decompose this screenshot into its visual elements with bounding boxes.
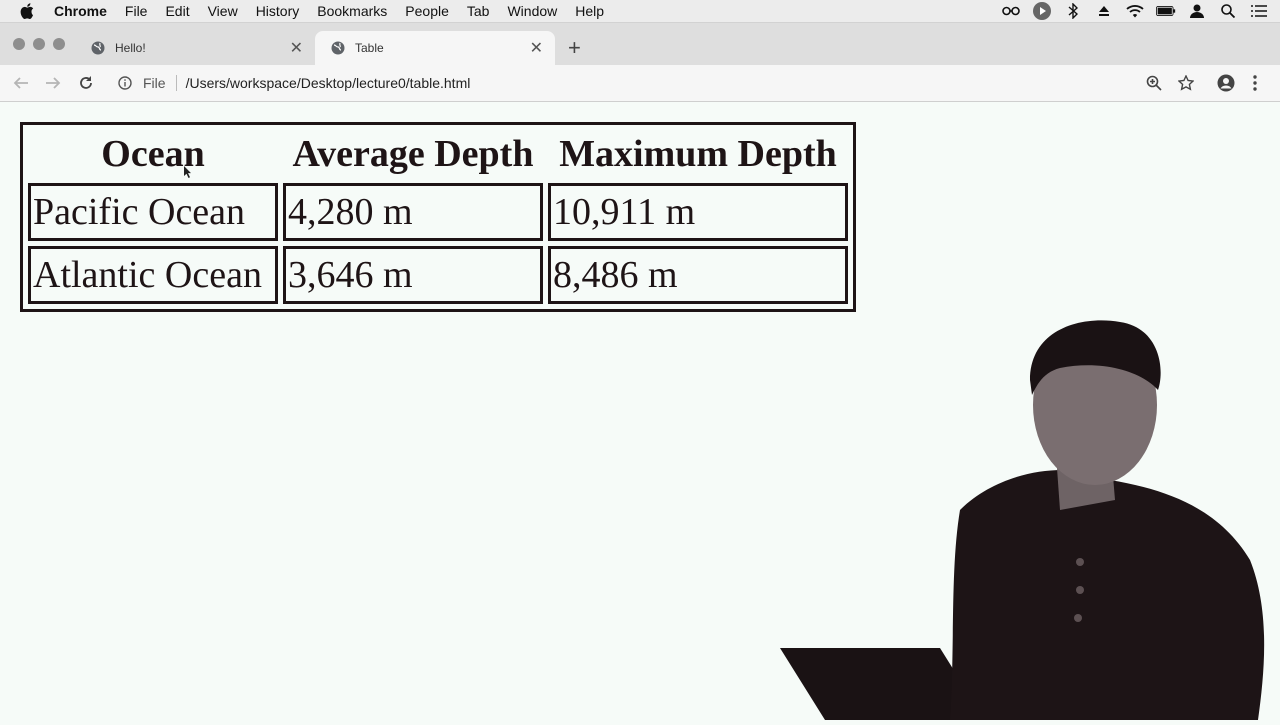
search-icon[interactable] <box>1218 3 1238 19</box>
list-icon[interactable] <box>1249 3 1269 19</box>
bluetooth-icon[interactable] <box>1063 3 1083 19</box>
table-row: Atlantic Ocean 3,646 m 8,486 m <box>28 246 848 304</box>
browser-toolbar: File /Users/workspace/Desktop/lecture0/t… <box>0 65 1280 102</box>
glasses-icon[interactable] <box>1001 3 1021 19</box>
presenter-video-overlay <box>780 310 1280 720</box>
table-cell: 4,280 m <box>283 183 543 241</box>
tab-title: Hello! <box>115 41 146 55</box>
zoom-window-button[interactable] <box>53 38 65 50</box>
battery-icon[interactable] <box>1156 3 1176 19</box>
menu-edit[interactable]: Edit <box>165 3 189 19</box>
mouse-cursor-icon <box>184 165 192 183</box>
table-cell: 10,911 m <box>548 183 848 241</box>
menu-file[interactable]: File <box>125 3 148 19</box>
menu-window[interactable]: Window <box>507 3 557 19</box>
menu-bookmarks[interactable]: Bookmarks <box>317 3 387 19</box>
url-text[interactable]: /Users/workspace/Desktop/lecture0/table.… <box>186 75 471 91</box>
table-cell: Pacific Ocean <box>28 183 278 241</box>
close-tab-icon[interactable]: ✕ <box>530 38 543 58</box>
ocean-table: Ocean Average Depth Maximum Depth Pacifi… <box>20 122 856 312</box>
play-icon[interactable] <box>1032 2 1052 20</box>
tab-table[interactable]: Table ✕ <box>315 31 555 65</box>
apple-icon[interactable] <box>20 3 38 19</box>
forward-button[interactable] <box>43 73 63 93</box>
profile-icon[interactable] <box>1216 73 1236 93</box>
globe-icon <box>331 41 345 55</box>
table-cell: 3,646 m <box>283 246 543 304</box>
table-header-row: Ocean Average Depth Maximum Depth <box>28 130 848 178</box>
bookmark-star-icon[interactable] <box>1176 73 1196 93</box>
close-window-button[interactable] <box>13 38 25 50</box>
table-cell: 8,486 m <box>548 246 848 304</box>
info-icon[interactable] <box>118 75 134 91</box>
tab-hello[interactable]: Hello! ✕ <box>75 31 315 65</box>
header-maximum-depth: Maximum Depth <box>559 133 837 175</box>
close-tab-icon[interactable]: ✕ <box>290 38 303 58</box>
globe-icon <box>91 41 105 55</box>
back-button[interactable] <box>11 73 31 93</box>
url-separator <box>175 75 177 91</box>
tab-strip: Hello! ✕ Table ✕ + <box>0 23 1280 65</box>
header-ocean: Ocean <box>101 133 205 175</box>
address-bar[interactable]: File /Users/workspace/Desktop/lecture0/t… <box>106 69 1256 97</box>
reload-button[interactable] <box>76 73 96 93</box>
minimize-window-button[interactable] <box>33 38 45 50</box>
header-average-depth: Average Depth <box>292 133 534 175</box>
wifi-icon[interactable] <box>1125 3 1145 19</box>
new-tab-button[interactable]: + <box>568 37 581 59</box>
status-area <box>1001 0 1280 22</box>
user-icon[interactable] <box>1187 3 1207 19</box>
more-menu-icon[interactable] <box>1245 73 1265 93</box>
table-cell: Atlantic Ocean <box>28 246 278 304</box>
eject-icon[interactable] <box>1094 3 1114 19</box>
url-scheme-label: File <box>143 75 166 91</box>
menu-people[interactable]: People <box>405 3 449 19</box>
menu-help[interactable]: Help <box>575 3 604 19</box>
menu-app-chrome[interactable]: Chrome <box>54 3 107 19</box>
menu-view[interactable]: View <box>208 3 238 19</box>
table-row: Pacific Ocean 4,280 m 10,911 m <box>28 183 848 241</box>
menu-tab[interactable]: Tab <box>467 3 490 19</box>
menu-history[interactable]: History <box>256 3 300 19</box>
tab-title: Table <box>355 41 384 55</box>
menu-bar: Chrome File Edit View History Bookmarks … <box>0 0 1280 23</box>
zoom-icon[interactable] <box>1144 73 1164 93</box>
